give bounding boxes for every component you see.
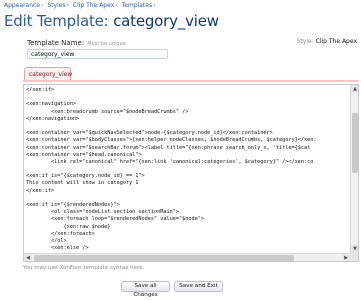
code-line[interactable]: <xen:if is="{$renderedNodes}"> [26,202,348,209]
style-value: Clip The Apex [315,38,357,45]
code-line[interactable]: </xen:foreach> [26,231,348,238]
code-line[interactable] [26,195,348,202]
code-line[interactable]: <ol class="nodeList section sectionMain"… [26,209,348,216]
code-line[interactable] [26,123,348,130]
code-line[interactable]: </ol> [26,238,348,245]
save-all-changes-button[interactable]: Save all Changes [121,281,170,298]
code-line[interactable] [26,166,348,173]
style-indicator: Style: Clip The Apex [297,38,357,45]
breadcrumb-separator: › [66,2,69,9]
scroll-right-icon[interactable]: ▶ [342,254,350,261]
template-name-label-text: Template Name: [27,39,85,47]
code-line[interactable]: <xen:breadcrumb source="$nodeBreadCrumbs… [26,109,348,116]
code-line[interactable]: <xen:navigation> [26,101,348,108]
vertical-scrollbar[interactable]: ▲ ▼ [350,85,358,253]
scrollbar-corner [350,253,358,261]
breadcrumb-separator: › [153,2,156,9]
code-line[interactable]: <xen:container var="$bodyClasses">{xen:h… [26,137,348,144]
code-line[interactable]: </xen:if> [26,188,348,195]
breadcrumb-separator: › [115,2,118,9]
horizontal-scrollbar[interactable]: ◀ ▶ [24,253,350,261]
code-line[interactable]: </xen:if> [26,87,348,94]
code-line[interactable]: <xen:container var="$quickNavSelected">n… [26,130,348,137]
tab-strip [23,80,359,82]
button-bar: Save all Changes Save and Exit [0,281,361,298]
horizontal-scroll-thumb[interactable] [34,255,294,261]
code-line[interactable]: <xen:foreach loop="$renderedNodes" value… [26,216,348,223]
code-line[interactable]: <link rel="canonical" href="{xen:link 'c… [26,159,348,166]
tab-category-view[interactable]: category_view [24,67,73,81]
syntax-note: You may use XenForo template syntax here… [23,265,145,271]
template-name-hint: Must be unique [87,41,126,47]
template-code-editor[interactable]: </xen:if> <xen:navigation> <xen:breadcru… [23,84,359,262]
code-area[interactable]: </xen:if> <xen:navigation> <xen:breadcru… [26,87,348,251]
code-line[interactable]: {xen:raw $node} [26,224,348,231]
vertical-scroll-thumb[interactable] [352,113,358,173]
code-line[interactable] [26,94,348,101]
page-title-template-name: category_view [113,12,219,30]
breadcrumb-appearance[interactable]: Appearance [4,2,40,9]
tab-label: category_view [29,71,73,78]
code-line[interactable]: <xen:if is="{$category.node_id} == 1"> [26,173,348,180]
breadcrumb: Appearance› Styles› Clip The Apex› Templ… [4,2,158,9]
code-line[interactable]: This content will show in category 1 [26,180,348,187]
scroll-down-icon[interactable]: ▼ [351,245,358,253]
page-title: Edit Template: category_view [4,12,219,30]
breadcrumb-separator: › [41,2,44,9]
code-line[interactable]: <xen:container var="$searchBar.forum"><l… [26,145,348,152]
save-and-exit-button[interactable]: Save and Exit [174,281,223,292]
code-line[interactable]: <xen:container var="$head.canonical"> [26,152,348,159]
code-line[interactable]: <xen:else /> [26,245,348,251]
template-name-label: Template Name: Must be unique [27,39,126,47]
scroll-up-icon[interactable]: ▲ [351,85,358,93]
code-line[interactable]: </xen:navigation> [26,116,348,123]
style-label: Style: [296,38,314,45]
breadcrumb-styles[interactable]: Styles [47,2,65,9]
page-title-prefix: Edit Template: [4,12,114,30]
breadcrumb-style-name[interactable]: Clip The Apex [73,2,114,9]
breadcrumb-templates[interactable]: Templates [122,2,153,9]
template-name-input[interactable] [27,49,168,59]
scroll-left-icon[interactable]: ◀ [24,254,32,261]
